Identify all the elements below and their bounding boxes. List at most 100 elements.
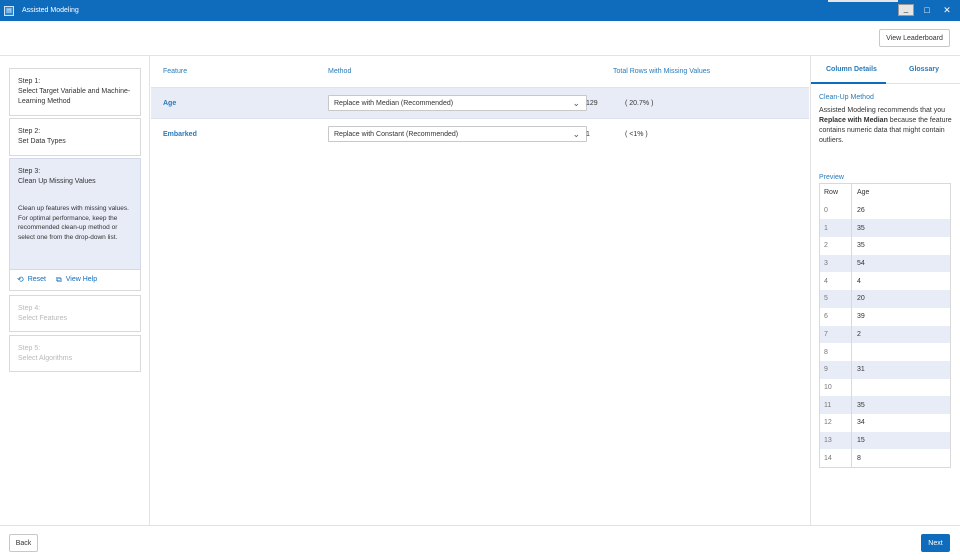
preview-row-index: 13 (820, 431, 852, 450)
table-header: Feature Method Total Rows with Missing V… (151, 56, 809, 87)
recommendation-text: Assisted Modeling recommends that you Re… (819, 106, 957, 146)
step-label: Step 2: (18, 128, 41, 135)
preview-row: 8 (820, 343, 950, 361)
preview-row-value: 54 (857, 260, 865, 268)
back-button[interactable]: Back (9, 534, 38, 552)
window-controls: _ □ ✕ (898, 4, 954, 16)
toolbar: View Leaderboard (0, 21, 960, 56)
external-link-icon: ⧉ (56, 274, 62, 284)
preview-row-value: 20 (857, 295, 865, 303)
window-title: Assisted Modeling (22, 7, 79, 14)
preview-row: 11 35 (820, 396, 950, 414)
preview-row-value: 35 (857, 401, 865, 409)
next-button[interactable]: Next (921, 534, 950, 552)
preview-title: Preview (819, 174, 844, 181)
recommendation-text-start: Assisted Modeling recommends that you (819, 107, 946, 114)
tab-glossary[interactable]: Glossary (909, 66, 939, 73)
preview-row-index: 10 (820, 378, 852, 397)
preview-row-value: 31 (857, 366, 865, 374)
step-title: Clean Up Missing Values (18, 178, 96, 185)
preview-row: 9 31 (820, 360, 950, 379)
tab-column-details[interactable]: Column Details (826, 66, 877, 73)
preview-row-index: 6 (820, 307, 852, 326)
view-help-link[interactable]: ⧉ View Help (56, 275, 97, 285)
preview-row-value: 15 (857, 436, 865, 444)
preview-row-index: 4 (820, 272, 852, 291)
preview-row: 5 20 (820, 290, 950, 308)
method-dropdown[interactable]: Replace with Median (Recommended) ⌄ (328, 95, 587, 111)
details-panel: Column Details Glossary Clean-Up Method … (810, 56, 960, 525)
preview-header-row: Row (820, 184, 852, 202)
view-leaderboard-button[interactable]: View Leaderboard (879, 29, 950, 47)
maximize-button[interactable]: □ (920, 4, 934, 16)
preview-row: 2 35 (820, 237, 950, 255)
column-header-method: Method (328, 68, 352, 75)
missing-values-table: Feature Method Total Rows with Missing V… (151, 56, 809, 525)
step-4: Step 4: Select Features (9, 295, 141, 332)
preview-row-value: 35 (857, 224, 865, 232)
preview-row-value: 26 (857, 207, 865, 215)
title-bar-strip (828, 0, 898, 2)
steps-panel: Step 1: Select Target Variable and Machi… (0, 56, 150, 525)
preview-row: 14 8 (820, 449, 950, 467)
chevron-down-icon: ⌄ (572, 129, 580, 139)
preview-row-index: 2 (820, 237, 852, 255)
step-5: Step 5: Select Algorithms (9, 335, 141, 372)
preview-row-index: 1 (820, 219, 852, 238)
preview-row: 6 39 (820, 307, 950, 326)
preview-row-index: 12 (820, 413, 852, 432)
view-help-label: View Help (65, 276, 98, 283)
preview-row-value: 35 (857, 242, 865, 250)
reset-label: Reset (27, 276, 46, 283)
preview-row-index: 7 (820, 325, 852, 344)
step-1[interactable]: Step 1: Select Target Variable and Machi… (9, 68, 141, 116)
column-header-missing: Total Rows with Missing Values (613, 68, 711, 75)
preview-row-index: 5 (820, 290, 852, 308)
step-title: Set Data Types (18, 138, 66, 145)
active-tab-indicator (811, 82, 886, 84)
missing-count: 129 (586, 100, 598, 107)
preview-row: 1 35 (820, 219, 950, 238)
minimize-button[interactable]: _ (898, 4, 914, 16)
step-title: Select Features (18, 315, 68, 322)
table-row[interactable]: Age Replace with Median (Recommended) ⌄ … (151, 87, 809, 119)
method-dropdown[interactable]: Replace with Constant (Recommended) ⌄ (328, 126, 587, 142)
missing-count: 1 (586, 131, 590, 138)
missing-percent: ( 20.7% ) (625, 100, 654, 107)
preview-row-index: 11 (820, 396, 852, 414)
preview-row: 13 15 (820, 431, 950, 450)
preview-row-index: 14 (820, 449, 852, 467)
missing-percent: ( <1% ) (625, 131, 648, 138)
step-label: Step 3: (18, 168, 41, 175)
feature-name[interactable]: Embarked (163, 131, 197, 138)
preview-row: 3 54 (820, 254, 950, 273)
footer: Back Next (0, 525, 960, 560)
column-header-feature: Feature (163, 68, 188, 75)
close-button[interactable]: ✕ (940, 4, 954, 16)
chevron-down-icon: ⌄ (572, 98, 580, 108)
preview-row-index: 9 (820, 360, 852, 379)
preview-row-value (852, 343, 950, 361)
method-value: Replace with Median (Recommended) (334, 99, 454, 107)
preview-header-value: Age (857, 189, 870, 197)
reset-link[interactable]: ⟲ Reset (17, 275, 46, 284)
preview-row: 0 26 (820, 201, 950, 220)
preview-row: 72 (820, 325, 950, 344)
step-2[interactable]: Step 2: Set Data Types (9, 118, 141, 156)
app-icon: ▤ (4, 5, 14, 16)
step-actions: ⟲ Reset ⧉ View Help (9, 269, 141, 291)
preview-row-value: 34 (857, 419, 865, 427)
preview-row: 10 (820, 378, 950, 397)
preview-row-index: 8 (820, 343, 852, 361)
step-description: Clean up features with missing values. F… (18, 205, 129, 241)
preview-row-index: 3 (820, 254, 852, 273)
preview-row-value: 4 (857, 277, 861, 285)
step-3[interactable]: Step 3: Clean Up Missing Values Clean up… (9, 158, 141, 270)
recommendation-method: Replace with Median (819, 117, 888, 124)
preview-row-value (852, 379, 950, 397)
step-title: Select Algorithms (18, 355, 73, 362)
preview-row-value: 8 (857, 454, 861, 462)
feature-name[interactable]: Age (163, 100, 176, 107)
table-row[interactable]: Embarked Replace with Constant (Recommen… (151, 119, 809, 151)
preview-table: Row Age 0 26 1 35 2 35 3 54 4 4 5 20 6 39 7 2 8 9 31 10 11 35… (819, 183, 951, 468)
